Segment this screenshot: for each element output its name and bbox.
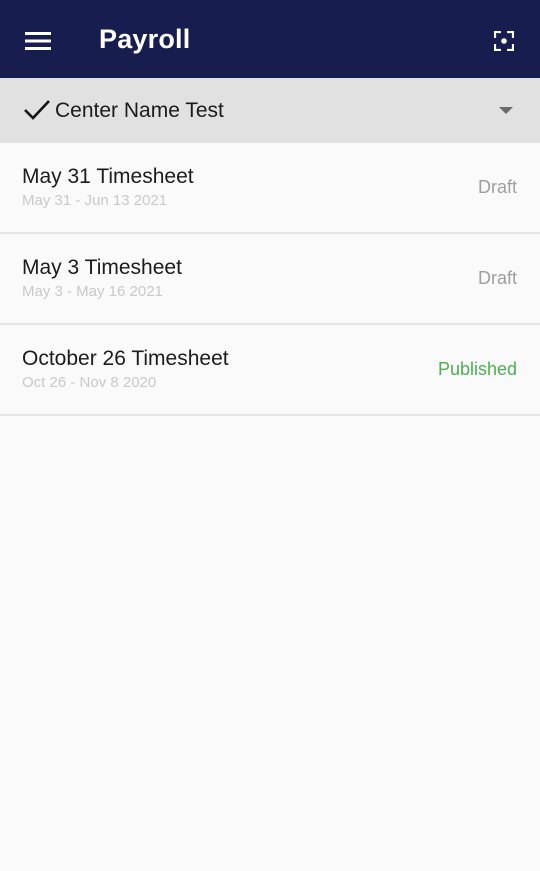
check-icon [24, 100, 50, 120]
center-name-label: Center Name Test [55, 98, 224, 122]
timesheet-date-range: Oct 26 - Nov 8 2020 [22, 374, 157, 391]
timesheet-title: May 3 Timesheet [22, 256, 182, 279]
menu-button[interactable] [16, 19, 60, 63]
timesheet-status: Published [437, 359, 517, 379]
timesheet-row[interactable]: May 3 Timesheet May 3 - May 16 2021 Draf… [0, 234, 540, 325]
scan-focus-icon [494, 31, 514, 51]
timesheet-list: May 31 Timesheet May 31 - Jun 13 2021 Dr… [0, 143, 540, 416]
center-selector[interactable]: Center Name Test [0, 78, 540, 143]
timesheet-status: Draft [477, 268, 517, 288]
app-bar: Payroll [0, 0, 540, 78]
timesheet-status: Draft [477, 177, 517, 197]
scan-button[interactable] [482, 19, 526, 63]
timesheet-row[interactable]: October 26 Timesheet Oct 26 - Nov 8 2020… [0, 325, 540, 416]
timesheet-row[interactable]: May 31 Timesheet May 31 - Jun 13 2021 Dr… [0, 143, 540, 234]
timesheet-date-range: May 3 - May 16 2021 [22, 283, 163, 300]
dropdown-arrow-icon [499, 107, 513, 114]
hamburger-menu-icon [25, 32, 51, 50]
timesheet-title: October 26 Timesheet [22, 347, 229, 370]
page-title: Payroll [99, 23, 191, 54]
timesheet-title: May 31 Timesheet [22, 165, 194, 188]
timesheet-date-range: May 31 - Jun 13 2021 [22, 192, 168, 209]
